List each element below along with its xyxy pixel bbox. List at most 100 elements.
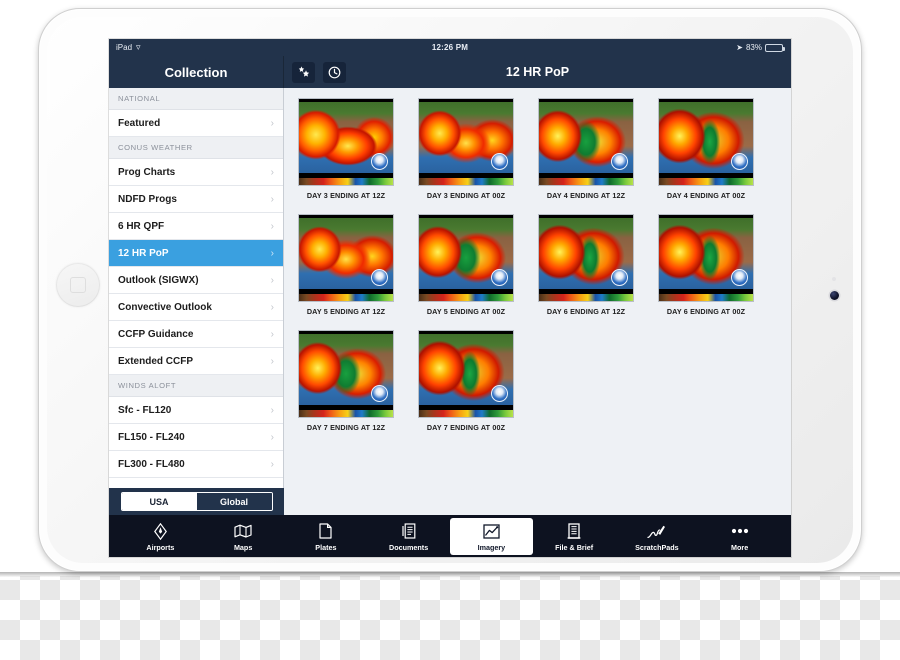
tab-label: File & Brief	[555, 542, 594, 552]
thumbnail-item[interactable]: DAY 7 ENDING AT 00Z	[418, 330, 538, 432]
ambient-light-sensor	[832, 277, 836, 281]
imagery-content-area[interactable]: DAY 3 ENDING AT 12Z DAY 3 ENDING AT 00Z DA…	[284, 88, 791, 515]
app-screen: iPad ▿ 12:26 PM ➤ 83% Collection 12 HR P…	[109, 39, 791, 557]
home-button[interactable]	[56, 263, 100, 307]
sidebar-section-header: WINDS ALOFT	[109, 375, 283, 397]
color-scale-legend	[299, 293, 393, 301]
chevron-right-icon: ›	[270, 247, 274, 259]
weather-map-thumbnail[interactable]	[418, 330, 514, 418]
status-bar-left: iPad ▿	[109, 43, 289, 53]
clock-icon-button[interactable]	[323, 61, 346, 83]
sidebar-item-label: FL150 - FL240	[118, 431, 185, 443]
tab-imagery[interactable]: Imagery	[450, 518, 533, 555]
map-fold-icon	[234, 522, 252, 541]
sidebar-item-label: Prog Charts	[118, 166, 176, 178]
noaa-logo-icon	[371, 385, 388, 402]
weather-map-thumbnail[interactable]	[298, 330, 394, 418]
sidebar-item-extended-ccfp[interactable]: Extended CCFP ›	[109, 348, 283, 375]
sidebar-item-ccfp-guidance[interactable]: CCFP Guidance ›	[109, 321, 283, 348]
sidebar-item-ndfd-progs[interactable]: NDFD Progs ›	[109, 186, 283, 213]
tab-label: Plates	[315, 542, 337, 552]
sidebar-item-outlook-sigwx[interactable]: Outlook (SIGWX) ›	[109, 267, 283, 294]
tab-scratchpads[interactable]: ScratchPads	[616, 518, 699, 555]
weather-map-thumbnail[interactable]	[418, 214, 514, 302]
segment-global[interactable]: Global	[196, 493, 272, 510]
sidebar-title: Collection	[109, 56, 284, 88]
thumbnail-caption: DAY 7 ENDING AT 12Z	[306, 423, 386, 432]
sidebar-item-fl300-fl480[interactable]: FL300 - FL480 ›	[109, 451, 283, 478]
navigation-bar: Collection 12 HR PoP	[109, 56, 791, 88]
home-button-square-icon	[70, 277, 86, 293]
bottom-tab-bar[interactable]: Airports Maps Plates Documents Imagery File &…	[109, 515, 791, 557]
thumbnail-caption: DAY 4 ENDING AT 12Z	[546, 191, 626, 200]
weather-map-thumbnail[interactable]	[538, 98, 634, 186]
chevron-right-icon: ›	[270, 355, 274, 367]
sidebar-item-label: FL300 - FL480	[118, 458, 185, 470]
stars-icon	[298, 66, 309, 77]
tab-file-brief[interactable]: File & Brief	[533, 518, 616, 555]
weather-map-thumbnail[interactable]	[298, 214, 394, 302]
thumbnail-item[interactable]: DAY 3 ENDING AT 12Z	[298, 98, 418, 200]
weather-map-thumbnail[interactable]	[298, 98, 394, 186]
sidebar-item-6-hr-qpf[interactable]: 6 HR QPF ›	[109, 213, 283, 240]
thumbnail-item[interactable]: DAY 7 ENDING AT 12Z	[298, 330, 418, 432]
sidebar-item-convective-outlook[interactable]: Convective Outlook ›	[109, 294, 283, 321]
sidebar-item-label: 12 HR PoP	[118, 247, 169, 259]
chevron-right-icon: ›	[270, 166, 274, 178]
battery-percent-label: 83%	[745, 43, 762, 52]
chevron-right-icon: ›	[270, 458, 274, 470]
documents-icon	[402, 522, 416, 541]
sidebar-section-header: CONUS WEATHER	[109, 137, 283, 159]
thumbnail-item[interactable]: DAY 6 ENDING AT 00Z	[658, 214, 778, 316]
color-scale-legend	[419, 409, 513, 417]
ipad-device-frame: iPad ▿ 12:26 PM ➤ 83% Collection 12 HR P…	[38, 8, 862, 572]
chevron-right-icon: ›	[270, 328, 274, 340]
weather-map-thumbnail[interactable]	[658, 214, 754, 302]
weather-map-thumbnail[interactable]	[538, 214, 634, 302]
tab-label: ScratchPads	[635, 542, 679, 552]
nav-toolbar: 12 HR PoP	[284, 56, 791, 88]
device-shadow	[0, 572, 900, 577]
weather-map-thumbnail[interactable]	[418, 98, 514, 186]
front-camera-lens	[830, 291, 839, 300]
stars-icon-button[interactable]	[292, 61, 315, 83]
noaa-logo-icon	[731, 153, 748, 170]
color-scale-legend	[419, 177, 513, 185]
thumbnail-item[interactable]: DAY 4 ENDING AT 00Z	[658, 98, 778, 200]
sidebar-item-12-hr-pop[interactable]: 12 HR PoP ›	[109, 240, 283, 267]
sidebar-item-label: 6 HR QPF	[118, 220, 165, 232]
plate-page-icon	[319, 522, 332, 541]
tab-label: Documents	[389, 542, 429, 552]
sidebar-item-fl150-fl240[interactable]: FL150 - FL240 ›	[109, 424, 283, 451]
tab-airports[interactable]: Airports	[119, 518, 202, 555]
thumbnail-item[interactable]: DAY 6 ENDING AT 12Z	[538, 214, 658, 316]
noaa-logo-icon	[371, 269, 388, 286]
color-scale-legend	[659, 293, 753, 301]
thumbnail-item[interactable]: DAY 5 ENDING AT 00Z	[418, 214, 538, 316]
ellipsis-icon	[731, 522, 749, 541]
tab-maps[interactable]: Maps	[202, 518, 285, 555]
tab-documents[interactable]: Documents	[367, 518, 450, 555]
sidebar-item-prog-charts[interactable]: Prog Charts ›	[109, 159, 283, 186]
sidebar-item-sfc-fl120[interactable]: Sfc - FL120 ›	[109, 397, 283, 424]
sidebar-footer: USA Global	[109, 488, 284, 515]
clock-icon	[328, 66, 341, 78]
sidebar-item-label: Sfc - FL120	[118, 404, 172, 416]
thumbnail-item[interactable]: DAY 4 ENDING AT 12Z	[538, 98, 658, 200]
thumbnail-caption: DAY 5 ENDING AT 12Z	[306, 307, 386, 316]
weather-map-thumbnail[interactable]	[658, 98, 754, 186]
thumbnail-item[interactable]: DAY 5 ENDING AT 12Z	[298, 214, 418, 316]
chevron-right-icon: ›	[270, 220, 274, 232]
thumbnail-item[interactable]: DAY 3 ENDING AT 00Z	[418, 98, 538, 200]
tab-more[interactable]: More	[698, 518, 781, 555]
tab-plates[interactable]: Plates	[285, 518, 368, 555]
pen-icon	[647, 522, 666, 541]
region-segmented-control[interactable]: USA Global	[120, 492, 273, 511]
thumbnail-caption: DAY 6 ENDING AT 00Z	[666, 307, 746, 316]
page-title: 12 HR PoP	[505, 65, 570, 79]
segment-usa[interactable]: USA	[121, 493, 197, 510]
sidebar-item-featured[interactable]: Featured ›	[109, 110, 283, 137]
noaa-logo-icon	[611, 153, 628, 170]
battery-icon	[765, 43, 785, 52]
sidebar[interactable]: NATIONAL Featured › CONUS WEATHER Prog Chart…	[109, 88, 284, 515]
